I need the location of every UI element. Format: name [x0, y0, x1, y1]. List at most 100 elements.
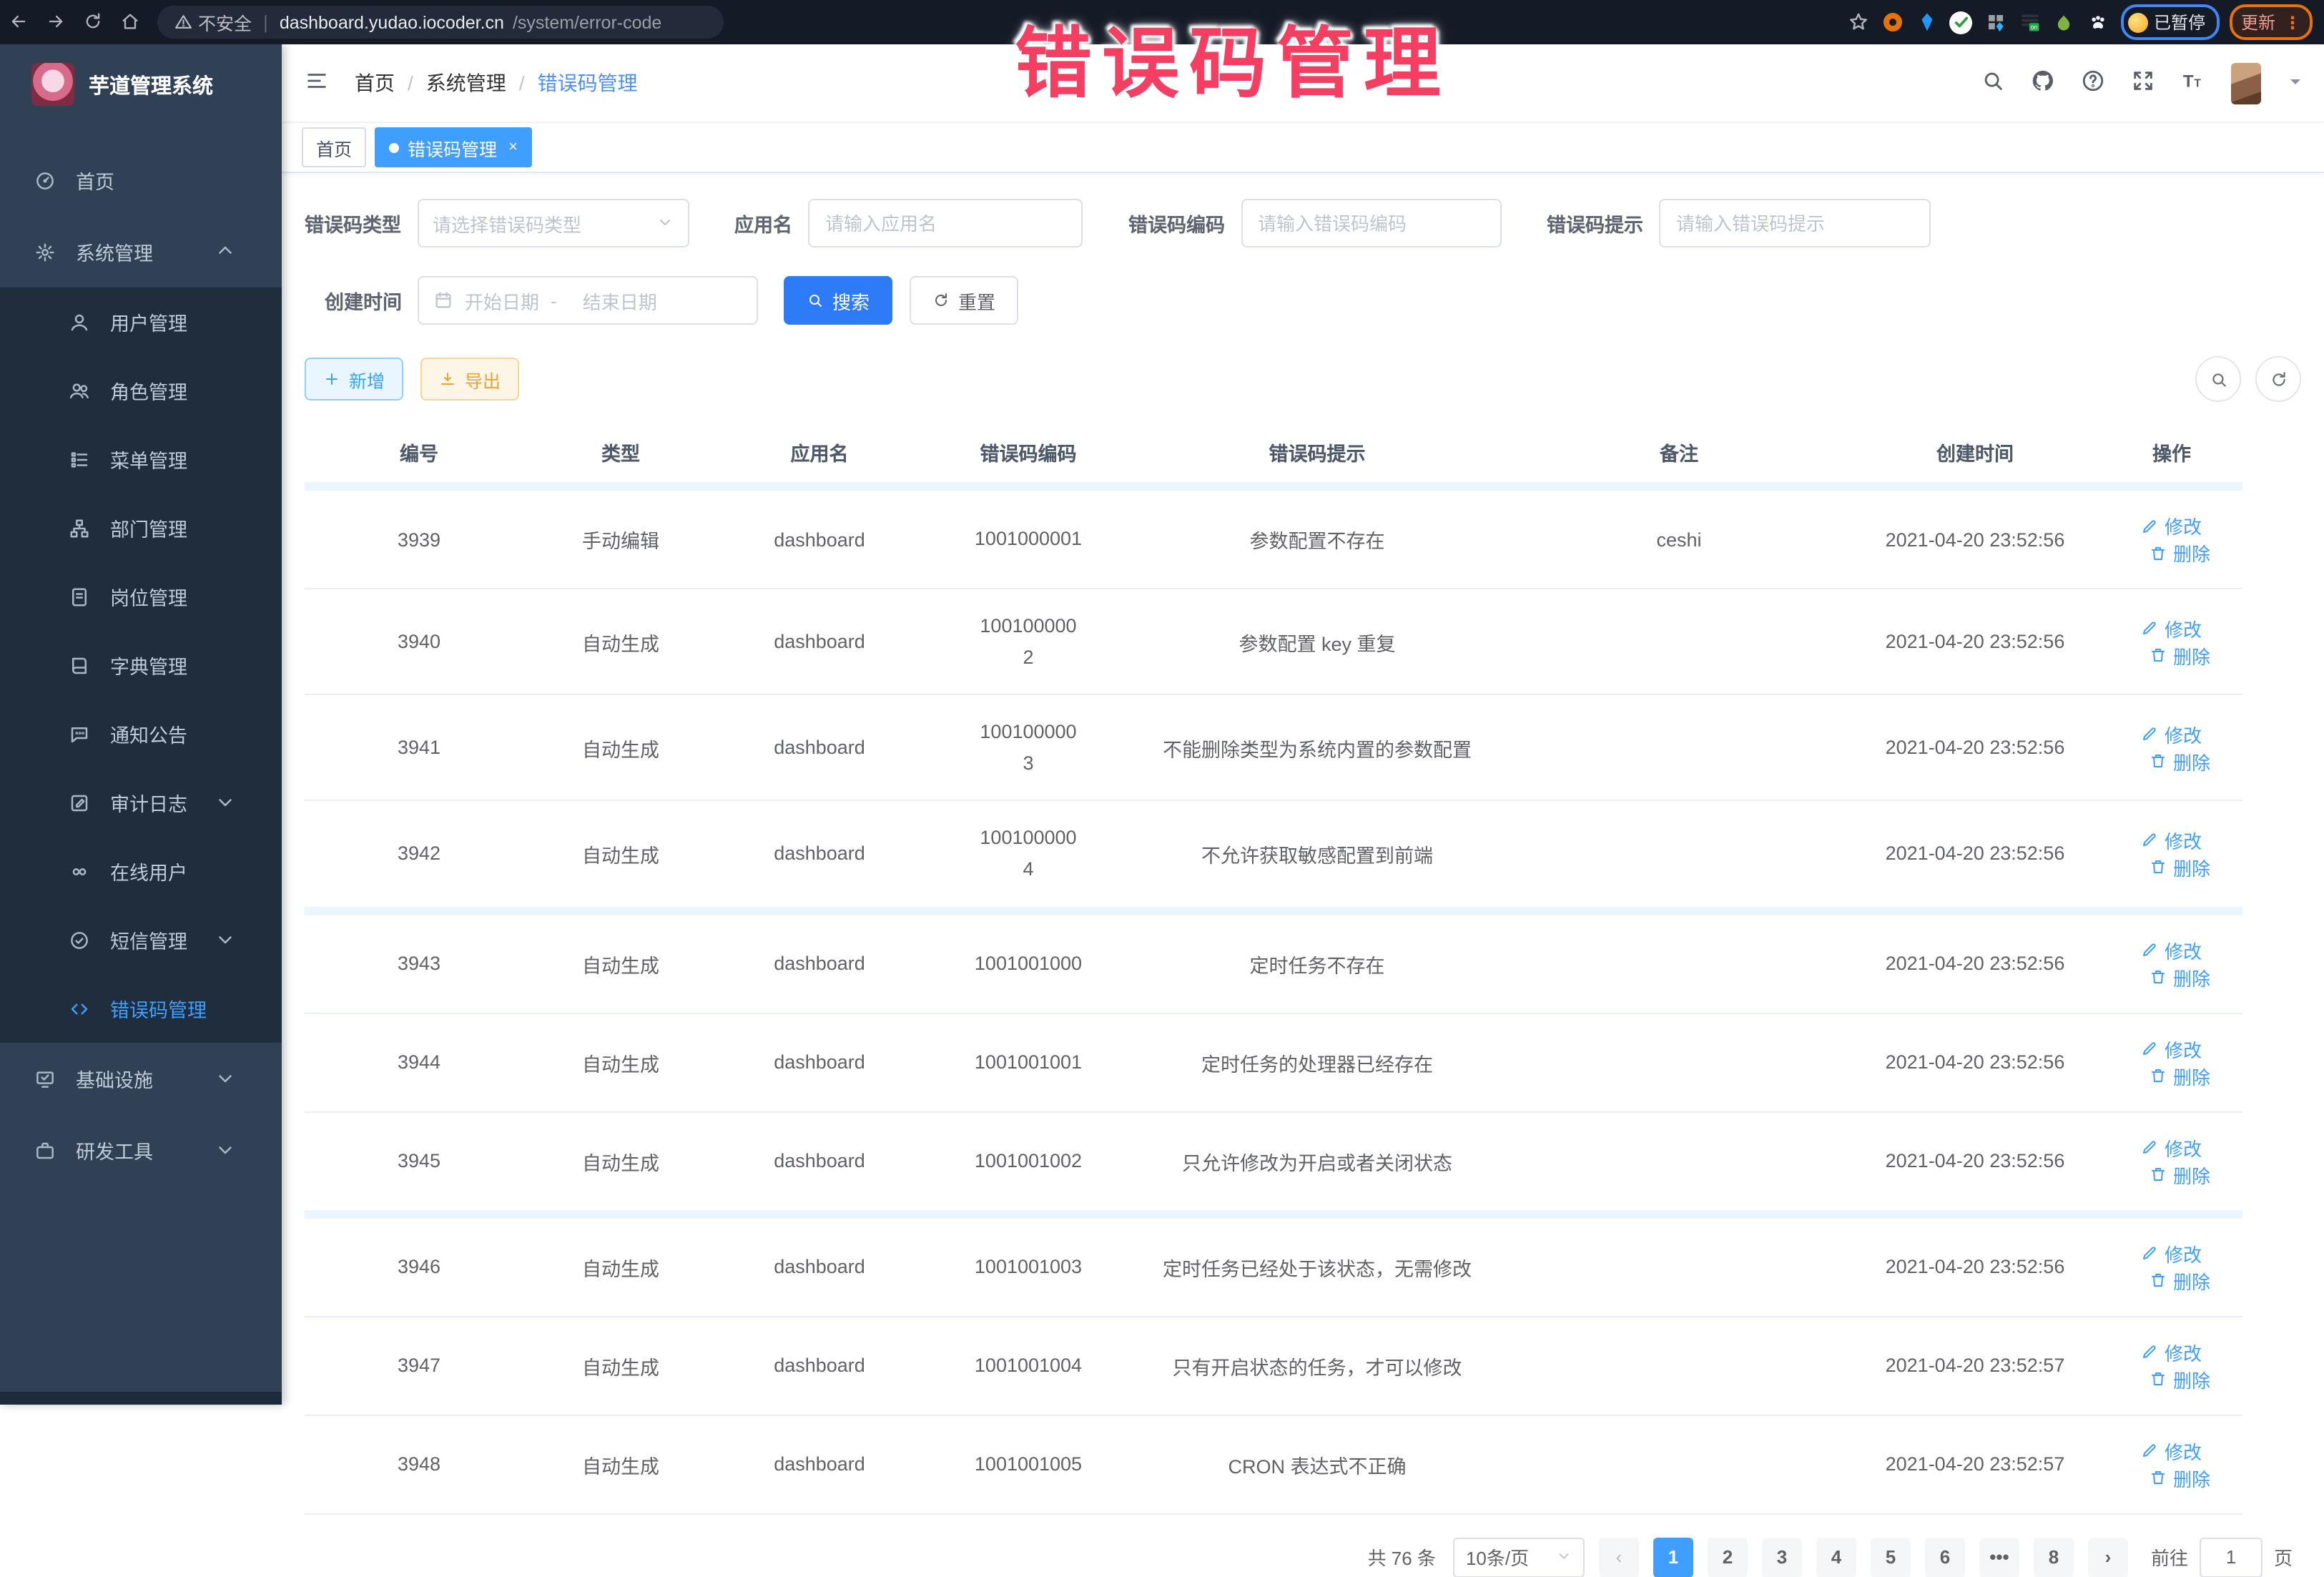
page-button-8[interactable]: 8: [2034, 1537, 2074, 1577]
page-button-5[interactable]: 5: [1871, 1537, 1911, 1577]
help-icon[interactable]: [2081, 69, 2105, 97]
dashboard-icon: [34, 170, 56, 191]
delete-link[interactable]: 删除: [2150, 1062, 2210, 1089]
system-submenu: 用户管理角色管理菜单管理部门管理岗位管理字典管理通知公告审计日志在线用户短信管理…: [0, 288, 282, 1043]
export-button[interactable]: 导出: [420, 358, 519, 401]
delete-link[interactable]: 删除: [2150, 748, 2210, 775]
github-icon[interactable]: [2031, 69, 2055, 97]
edit-link[interactable]: 修改: [2142, 614, 2202, 642]
error-msg-input[interactable]: [1659, 199, 1931, 247]
close-tag-icon[interactable]: ×: [508, 139, 518, 156]
sidebar-item-9[interactable]: 审计日志: [0, 768, 282, 837]
update-chip[interactable]: 更新⋮: [2230, 4, 2313, 40]
app-name-input[interactable]: [808, 199, 1083, 247]
sidebar-item-3[interactable]: 角色管理: [0, 356, 282, 425]
table-row: 3939手动编辑dashboard1001000001参数配置不存在ceshi2…: [305, 486, 2242, 589]
edit-link[interactable]: 修改: [2142, 1035, 2202, 1062]
sidebar-item-7[interactable]: 字典管理: [0, 631, 282, 699]
page-button-6[interactable]: 6: [1925, 1537, 1965, 1577]
delete-link[interactable]: 删除: [2150, 1161, 2210, 1188]
blue-gem-extension-icon[interactable]: [1915, 10, 1939, 34]
sidebar-item-10[interactable]: 在线用户: [0, 837, 282, 905]
row-actions: 修改删除: [2101, 1013, 2242, 1111]
browser-menu-icon[interactable]: ⋮: [2284, 12, 2301, 32]
toggle-search-button[interactable]: [2195, 356, 2241, 402]
green-drop-extension-icon[interactable]: [2052, 10, 2077, 34]
edit-link[interactable]: 修改: [2142, 1134, 2202, 1161]
goto-page-input[interactable]: [2200, 1537, 2263, 1577]
page-size-select[interactable]: 10条/页: [1453, 1537, 1585, 1577]
delete-link[interactable]: 删除: [2150, 1464, 2210, 1491]
delete-link[interactable]: 删除: [2150, 963, 2210, 991]
edit-link[interactable]: 修改: [2142, 1239, 2202, 1267]
orange-ring-extension-icon[interactable]: [1881, 10, 1905, 34]
page-ellipsis[interactable]: •••: [1979, 1537, 2019, 1577]
sidebar-item-13[interactable]: 基础设施: [0, 1043, 282, 1114]
date-range-picker[interactable]: 开始日期 - 结束日期: [418, 276, 758, 325]
user-avatar[interactable]: [2231, 62, 2261, 104]
svg-text:on: on: [2031, 24, 2038, 31]
chevron-down-icon[interactable]: [2287, 73, 2304, 93]
browser-back-icon[interactable]: [0, 11, 37, 34]
prev-page-button[interactable]: ‹: [1599, 1537, 1639, 1577]
gear-icon: [34, 241, 56, 262]
green-check-extension-icon[interactable]: [1949, 10, 1974, 34]
search-button[interactable]: 搜索: [784, 276, 892, 325]
edit-link[interactable]: 修改: [2142, 1338, 2202, 1365]
error-type-select[interactable]: 请选择错误码类型: [417, 199, 689, 247]
grid-extension-icon[interactable]: [1984, 10, 2008, 34]
search-icon[interactable]: [1981, 69, 2005, 97]
browser-forward-icon[interactable]: [37, 11, 74, 34]
add-button[interactable]: 新增: [305, 358, 403, 401]
collapse-sidebar-icon[interactable]: [305, 69, 329, 97]
delete-link[interactable]: 删除: [2150, 642, 2210, 669]
paw-extension-icon[interactable]: [2087, 10, 2111, 34]
list-on-extension-icon[interactable]: on: [2018, 10, 2042, 34]
edit-link[interactable]: 修改: [2142, 936, 2202, 963]
sidebar-item-1[interactable]: 系统管理: [0, 216, 282, 288]
page-button-2[interactable]: 2: [1708, 1537, 1748, 1577]
tag-error-code[interactable]: 错误码管理×: [375, 127, 532, 167]
delete-link[interactable]: 删除: [2150, 1267, 2210, 1294]
sidebar-item-0[interactable]: 首页: [0, 144, 282, 216]
next-page-button[interactable]: ›: [2088, 1537, 2128, 1577]
font-size-icon[interactable]: TT: [2181, 69, 2205, 97]
page-button-3[interactable]: 3: [1762, 1537, 1802, 1577]
reset-button[interactable]: 重置: [910, 276, 1018, 325]
delete-link[interactable]: 删除: [2150, 1365, 2210, 1392]
tag-home[interactable]: 首页: [302, 127, 366, 167]
tools-icon: [34, 1139, 56, 1161]
sidebar-item-4[interactable]: 菜单管理: [0, 425, 282, 493]
delete-link[interactable]: 删除: [2150, 539, 2210, 566]
sidebar-item-14[interactable]: 研发工具: [0, 1114, 282, 1186]
sidebar-item-6[interactable]: 岗位管理: [0, 562, 282, 631]
row-actions: 修改删除: [2101, 1214, 2242, 1316]
breadcrumb-home[interactable]: 首页: [355, 69, 395, 97]
chevron-down-icon: [215, 1067, 256, 1090]
edit-link[interactable]: 修改: [2142, 721, 2202, 748]
page-button-1[interactable]: 1: [1653, 1537, 1693, 1577]
column-header-5: 备注: [1509, 422, 1849, 486]
app-logo[interactable]: 芋道管理系统: [0, 44, 282, 124]
sidebar-item-11[interactable]: 短信管理: [0, 905, 282, 974]
edit-link[interactable]: 修改: [2142, 827, 2202, 854]
fullscreen-icon[interactable]: [2131, 69, 2155, 97]
logo-image: [31, 63, 74, 106]
browser-home-icon[interactable]: [112, 11, 149, 34]
breadcrumb-system[interactable]: 系统管理: [426, 69, 506, 97]
sidebar-item-2[interactable]: 用户管理: [0, 288, 282, 356]
browser-reload-icon[interactable]: [74, 11, 112, 34]
page-button-4[interactable]: 4: [1816, 1537, 1856, 1577]
sidebar-item-5[interactable]: 部门管理: [0, 493, 282, 562]
error-code-input[interactable]: [1241, 199, 1501, 247]
edit-link[interactable]: 修改: [2142, 1437, 2202, 1464]
delete-link[interactable]: 删除: [2150, 854, 2210, 881]
bookmark-star-icon[interactable]: [1846, 10, 1871, 34]
sidebar-item-8[interactable]: 通知公告: [0, 699, 282, 768]
edit-link[interactable]: 修改: [2142, 512, 2202, 539]
address-bar[interactable]: 不安全 | dashboard.yudao.iocoder.cn/system/…: [157, 6, 724, 39]
profile-paused-chip[interactable]: 已暂停: [2121, 4, 2220, 40]
sidebar-item-12[interactable]: 错误码管理: [0, 974, 282, 1043]
refresh-table-button[interactable]: [2255, 356, 2301, 402]
online-user-icon: [69, 860, 90, 882]
